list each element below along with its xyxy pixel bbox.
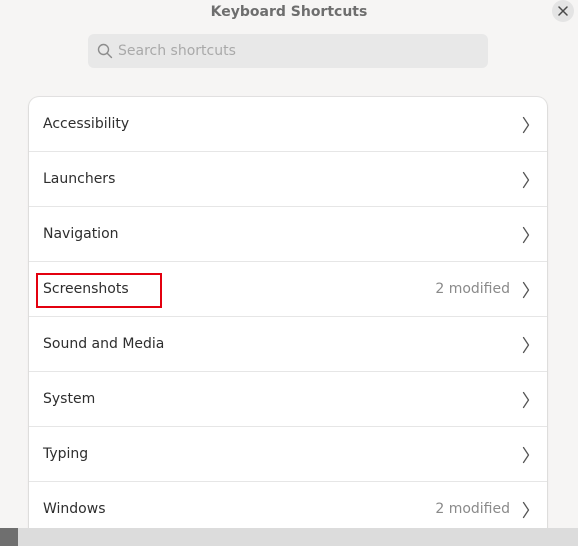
- chevron-right-icon: [522, 391, 530, 409]
- category-row-windows[interactable]: Windows 2 modified: [29, 482, 547, 528]
- category-label: System: [43, 391, 96, 407]
- close-button[interactable]: [552, 0, 574, 22]
- chevron-right-icon: [522, 171, 530, 189]
- close-icon: [558, 6, 568, 16]
- modified-count: 2 modified: [435, 501, 510, 517]
- chevron-right-icon: [522, 446, 530, 464]
- category-label: Typing: [43, 446, 89, 462]
- keyboard-shortcuts-dialog: Keyboard Shortcuts Accessibility Launche…: [0, 0, 578, 528]
- category-row-screenshots[interactable]: Screenshots 2 modified: [29, 262, 547, 317]
- category-label: Accessibility: [43, 116, 130, 132]
- category-label: Screenshots: [43, 281, 129, 297]
- category-label: Launchers: [43, 171, 116, 187]
- search-input[interactable]: [118, 34, 478, 68]
- chevron-right-icon: [522, 281, 530, 299]
- modified-count: 2 modified: [435, 281, 510, 297]
- window-title: Keyboard Shortcuts: [210, 4, 368, 20]
- background-panel: [18, 528, 578, 546]
- category-label: Navigation: [43, 226, 119, 242]
- category-row-accessibility[interactable]: Accessibility: [29, 97, 547, 152]
- category-row-typing[interactable]: Typing: [29, 427, 547, 482]
- search-field[interactable]: [88, 34, 488, 68]
- category-label: Windows: [43, 501, 106, 517]
- category-row-sound-and-media[interactable]: Sound and Media: [29, 317, 547, 372]
- chevron-right-icon: [522, 116, 530, 134]
- search-icon: [97, 43, 113, 59]
- chevron-right-icon: [522, 501, 530, 519]
- category-row-navigation[interactable]: Navigation: [29, 207, 547, 262]
- chevron-right-icon: [522, 336, 530, 354]
- background-strip: [0, 528, 578, 546]
- chevron-right-icon: [522, 226, 530, 244]
- category-row-system[interactable]: System: [29, 372, 547, 427]
- shortcut-categories-list: Accessibility Launchers Navigation Scree…: [29, 97, 547, 528]
- category-label: Sound and Media: [43, 336, 165, 352]
- category-row-launchers[interactable]: Launchers: [29, 152, 547, 207]
